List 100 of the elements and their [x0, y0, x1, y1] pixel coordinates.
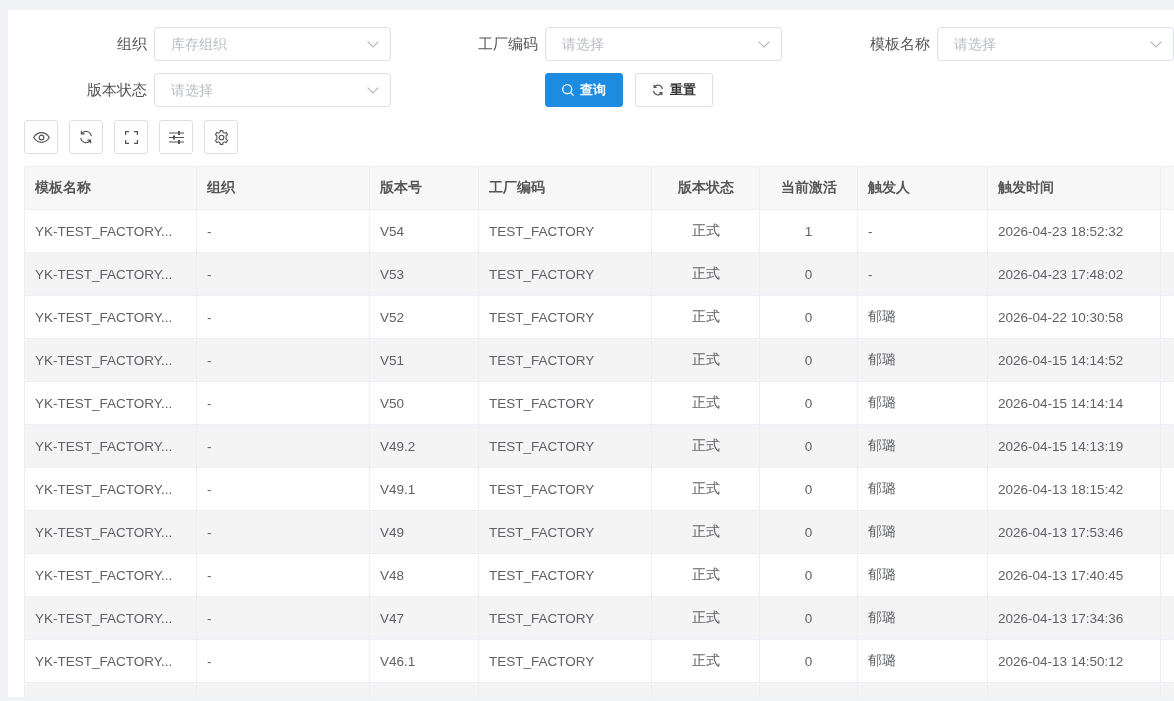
chevron-down-icon	[1150, 41, 1162, 48]
search-button[interactable]: 查询	[545, 73, 623, 107]
table-cell: 正式	[691, 351, 720, 369]
table-cell: V54	[380, 223, 405, 239]
refresh-icon	[652, 84, 664, 96]
table-cell: TEST_FACTORY	[489, 653, 595, 669]
sliders-icon	[168, 130, 184, 144]
table-cell: 郁璐	[868, 394, 896, 412]
field-label: 版本状态	[87, 80, 147, 100]
column-header[interactable]: 当前激活	[780, 179, 837, 197]
table-cell: V52	[380, 309, 405, 325]
table-cell: YK-TEST_FACTORY...	[35, 438, 173, 454]
table-cell: 2026-04-15 14:14:14	[998, 395, 1124, 411]
table-cell: -	[868, 266, 873, 282]
table-cell: 郁璐	[868, 437, 896, 455]
table-cell: -	[207, 524, 212, 540]
table-cell: V46.1	[380, 653, 416, 669]
table-cell: -	[207, 352, 212, 368]
table-cell: YK-TEST_FACTORY...	[35, 266, 173, 282]
table-cell: 2026-04-13 18:15:42	[998, 481, 1124, 497]
table-cell: TEST_FACTORY	[489, 223, 595, 239]
table-cell: 郁璐	[868, 308, 896, 326]
reset-button[interactable]: 重置	[635, 73, 713, 107]
table-cell: V50	[380, 395, 405, 411]
table-cell: TEST_FACTORY	[489, 481, 595, 497]
table-cell: TEST_FACTORY	[489, 395, 595, 411]
column-header[interactable]: 触发时间	[998, 179, 1054, 197]
table-cell: V47	[380, 610, 405, 626]
chevron-down-icon	[758, 41, 770, 48]
table-cell: YK-TEST_FACTORY...	[35, 610, 173, 626]
table-cell: -	[868, 223, 873, 239]
table-cell: 0	[804, 567, 813, 583]
column-header[interactable]: 组织	[207, 179, 235, 197]
table-cell: 0	[804, 395, 813, 411]
column-header[interactable]: 模板名称	[35, 179, 91, 197]
dropdown-field[interactable]: 库存组织	[154, 27, 391, 61]
table-cell: TEST_FACTORY	[489, 610, 595, 626]
dropdown-field[interactable]: 请选择	[154, 73, 391, 107]
table-cell: -	[207, 481, 212, 497]
eye-button[interactable]	[24, 120, 58, 154]
table-cell: 正式	[691, 523, 720, 541]
chevron-down-icon	[367, 41, 379, 48]
eye-icon	[32, 131, 50, 143]
table-cell: YK-TEST_FACTORY...	[35, 653, 173, 669]
table-cell: 郁璐	[868, 652, 896, 670]
table-cell: V51	[380, 352, 405, 368]
table-cell: -	[207, 567, 212, 583]
table-cell: YK-TEST_FACTORY...	[35, 309, 173, 325]
table-cell: YK-TEST_FACTORY...	[35, 567, 173, 583]
chevron-down-icon	[367, 87, 379, 94]
refresh-button[interactable]	[69, 120, 103, 154]
settings-button[interactable]	[204, 120, 238, 154]
table-cell: 0	[804, 438, 813, 454]
table-cell: 郁璐	[868, 523, 896, 541]
table-cell: -	[207, 309, 212, 325]
settings-icon	[213, 129, 229, 145]
table-cell: TEST_FACTORY	[489, 266, 595, 282]
table-cell: 2026-04-15 14:13:19	[998, 438, 1124, 454]
table-cell: 2026-04-23 18:52:32	[998, 223, 1124, 239]
table-cell: 2026-04-23 17:48:02	[998, 266, 1124, 282]
table-cell: -	[207, 223, 212, 239]
table-cell: 正式	[691, 222, 720, 240]
table-cell: 2026-04-22 10:30:58	[998, 309, 1124, 325]
table-cell: 正式	[691, 480, 720, 498]
dropdown-field[interactable]: 请选择	[545, 27, 782, 61]
table-cell: 正式	[691, 308, 720, 326]
field-label: 工厂编码	[478, 34, 538, 54]
table-cell: 正式	[691, 566, 720, 584]
table-cell: -	[207, 438, 212, 454]
table-cell: -	[207, 653, 212, 669]
table-cell: 0	[804, 653, 813, 669]
fullscreen-button[interactable]	[114, 120, 148, 154]
field-label: 组织	[117, 34, 147, 54]
sliders-button[interactable]	[159, 120, 193, 154]
table-cell: 郁璐	[868, 566, 896, 584]
table-cell: 郁璐	[868, 609, 896, 627]
table-cell: V53	[380, 266, 405, 282]
table-cell: YK-TEST_FACTORY...	[35, 352, 173, 368]
table-cell: V49	[380, 524, 405, 540]
table-cell: TEST_FACTORY	[489, 352, 595, 368]
table-cell: 2026-04-13 17:53:46	[998, 524, 1124, 540]
table-cell: 0	[804, 524, 813, 540]
table-cell: 2026-04-13 17:34:36	[998, 610, 1124, 626]
table-cell: 2026-04-13 14:50:12	[998, 653, 1124, 669]
table-cell: YK-TEST_FACTORY...	[35, 481, 173, 497]
dropdown-field[interactable]: 请选择	[937, 27, 1174, 61]
column-header[interactable]: 版本状态	[677, 179, 734, 197]
table-cell: YK-TEST_FACTORY...	[35, 395, 173, 411]
table-cell: V49.1	[380, 481, 416, 497]
refresh-icon	[79, 130, 93, 144]
table-cell: TEST_FACTORY	[489, 309, 595, 325]
column-header[interactable]: 版本号	[380, 179, 422, 197]
table-cell: V49.2	[380, 438, 416, 454]
table-cell: TEST_FACTORY	[489, 567, 595, 583]
fullscreen-icon	[124, 130, 138, 144]
table-cell: 2026-04-15 14:14:52	[998, 352, 1124, 368]
table-cell: YK-TEST_FACTORY...	[35, 223, 173, 239]
column-header[interactable]: 触发人	[868, 179, 910, 197]
column-header[interactable]: 工厂编码	[489, 179, 545, 197]
field-label: 模板名称	[870, 34, 930, 54]
